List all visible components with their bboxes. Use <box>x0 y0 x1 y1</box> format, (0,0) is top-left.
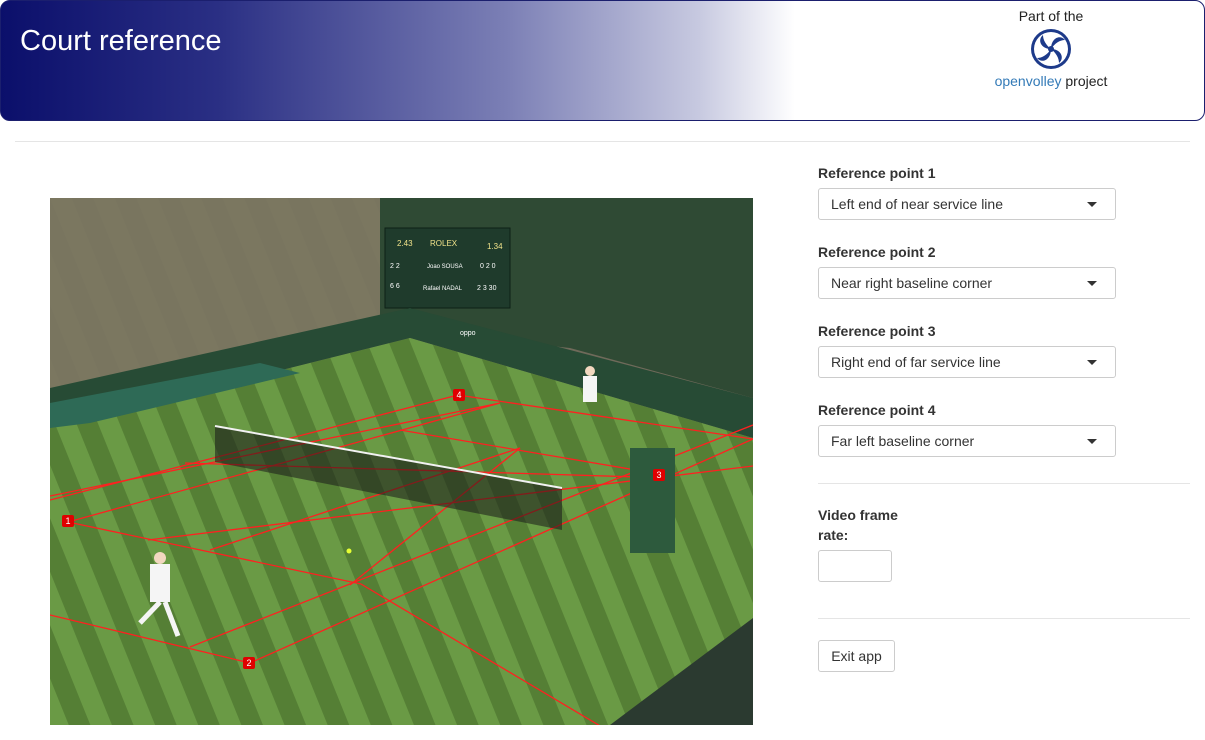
openvolley-brand: Part of the openvolley project <box>981 8 1121 89</box>
svg-text:4: 4 <box>456 390 461 400</box>
chevron-down-icon <box>1087 438 1097 444</box>
app-header: Court reference Part of the openvolley p… <box>0 0 1205 121</box>
marker-2[interactable]: 2 <box>243 657 255 669</box>
svg-text:3: 3 <box>656 470 661 480</box>
openvolley-logo-icon <box>1031 29 1071 69</box>
score-player1: Joao SOUSA <box>427 264 463 270</box>
score-p2-games: 6 6 <box>390 283 400 290</box>
umpire-chair <box>630 448 675 553</box>
ref1-select[interactable]: Left end of near service line <box>818 188 1116 220</box>
divider <box>818 483 1190 484</box>
ref1-value: Left end of near service line <box>831 196 1003 212</box>
chevron-down-icon <box>1087 201 1097 207</box>
court-image[interactable]: 2.43 ROLEX 1.34 2 2 Joao SOUSA 0 2 0 6 6… <box>50 198 753 725</box>
divider <box>15 141 1190 142</box>
player-far <box>583 366 597 402</box>
marker-3[interactable]: 3 <box>653 469 665 481</box>
brand-prefix: Part of the <box>1018 8 1084 24</box>
ref4-label: Reference point 4 <box>818 402 936 418</box>
score-p1-current: 0 2 0 <box>480 263 496 270</box>
ref4-value: Far left baseline corner <box>831 433 975 449</box>
marker-4[interactable]: 4 <box>453 389 465 401</box>
score-brand: ROLEX <box>430 239 458 248</box>
ref4-select[interactable]: Far left baseline corner <box>818 425 1116 457</box>
sponsor-text: oppo <box>460 330 476 337</box>
score-p2-current: 2 3 30 <box>477 285 497 292</box>
svg-text:2: 2 <box>246 658 251 668</box>
score-top-left: 2.43 <box>397 239 413 248</box>
score-p1-games: 2 2 <box>390 263 400 270</box>
divider <box>818 618 1190 619</box>
brand-suffix: project <box>1065 73 1108 89</box>
chevron-down-icon <box>1087 359 1097 365</box>
ref2-value: Near right baseline corner <box>831 275 993 291</box>
openvolley-link[interactable]: openvolley <box>995 73 1062 89</box>
tennis-ball <box>346 548 352 554</box>
score-player2: Rafael NADAL <box>423 286 463 292</box>
frame-rate-input[interactable] <box>818 550 892 582</box>
ref2-label: Reference point 2 <box>818 244 936 260</box>
exit-app-button[interactable]: Exit app <box>818 640 895 672</box>
svg-text:1: 1 <box>65 516 70 526</box>
frame-rate-label: Video frame rate: <box>818 507 898 543</box>
score-top-right: 1.34 <box>487 242 503 251</box>
ref1-label: Reference point 1 <box>818 165 936 181</box>
chevron-down-icon <box>1087 280 1097 286</box>
marker-1[interactable]: 1 <box>62 515 74 527</box>
ref2-select[interactable]: Near right baseline corner <box>818 267 1116 299</box>
page-title: Court reference <box>20 25 222 57</box>
ref3-select[interactable]: Right end of far service line <box>818 346 1116 378</box>
ref3-label: Reference point 3 <box>818 323 936 339</box>
ref3-value: Right end of far service line <box>831 354 1001 370</box>
